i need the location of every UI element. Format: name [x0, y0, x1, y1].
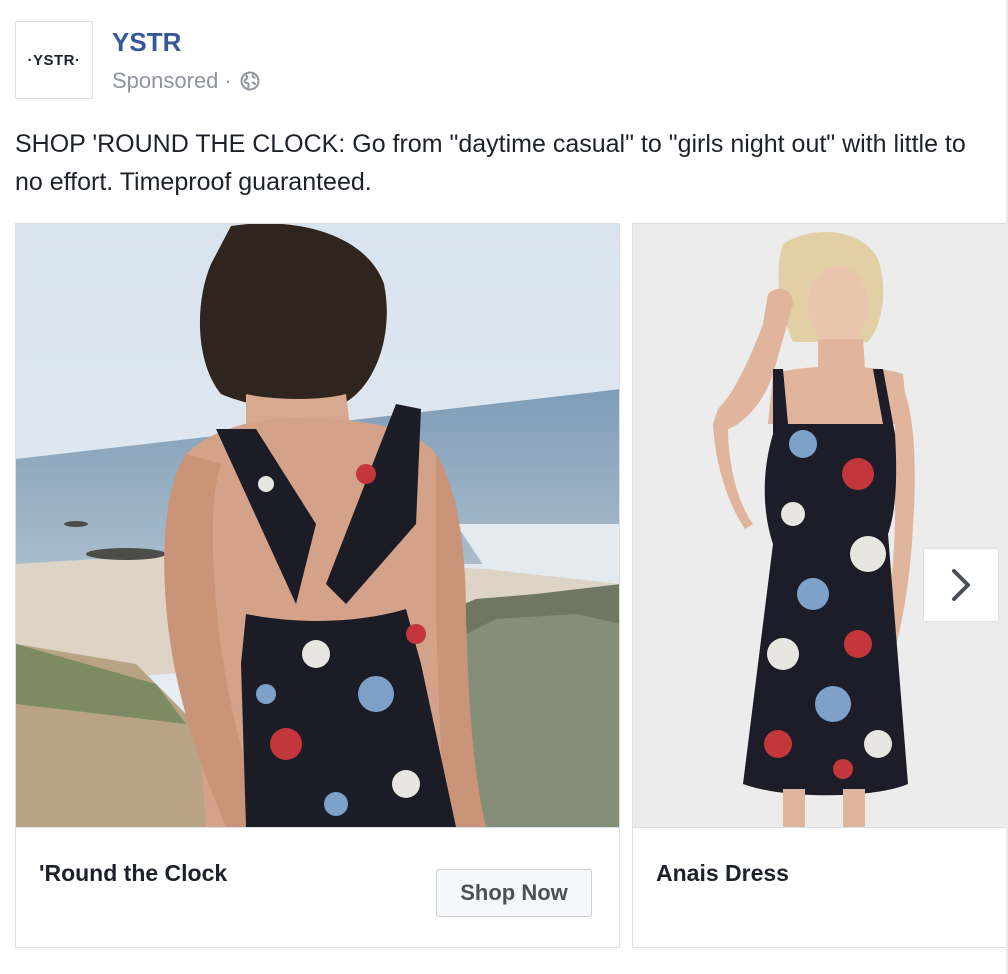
card-image-beach[interactable] — [16, 224, 619, 827]
post-text: SHOP 'ROUND THE CLOCK: Go from "daytime … — [15, 130, 966, 196]
globe-icon[interactable] — [240, 71, 260, 91]
chevron-right-icon — [946, 565, 976, 605]
card-footer: 'Round the Clock Shop Now — [16, 827, 619, 947]
page-logo[interactable]: ·YSTR· — [15, 21, 93, 99]
card-footer: Anais Dress — [633, 827, 1008, 947]
sponsored-post: ·YSTR· YSTR Sponsored · SHOP 'ROUND THE … — [0, 0, 1008, 974]
card-title[interactable]: Anais Dress — [656, 860, 789, 887]
card-title[interactable]: 'Round the Clock — [39, 860, 227, 887]
meta-separator: · — [224, 68, 232, 93]
card-image-model[interactable] — [633, 224, 1008, 827]
carousel-next-button[interactable] — [924, 549, 998, 621]
sponsored-label[interactable]: Sponsored — [112, 66, 218, 96]
page-name-link[interactable]: YSTR — [112, 26, 181, 58]
logo-text: ·YSTR· — [27, 51, 81, 69]
post-meta: Sponsored · — [112, 66, 260, 96]
shop-now-button[interactable]: Shop Now — [436, 869, 592, 917]
carousel-card[interactable]: 'Round the Clock Shop Now — [15, 223, 620, 948]
